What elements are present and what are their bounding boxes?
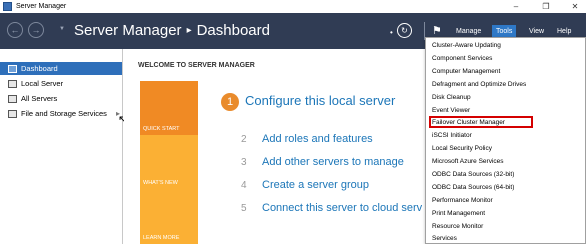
menu-item-azure-services[interactable]: Microsoft Azure Services	[432, 158, 504, 165]
sidebar-item-local-server[interactable]: Local Server	[0, 77, 122, 90]
back-arrow-icon[interactable]: ←	[7, 22, 23, 38]
step-connect-cloud[interactable]: Connect this server to cloud serv	[262, 202, 422, 214]
refresh-icon[interactable]: ↻	[397, 23, 412, 38]
sidebar-item-all-servers[interactable]: All Servers	[0, 92, 122, 105]
sidebar-item-file-storage[interactable]: File and Storage Services ▸	[0, 107, 122, 120]
step-number: 5	[241, 203, 247, 214]
menu-item-cluster-aware-updating[interactable]: Cluster-Aware Updating	[432, 42, 501, 49]
breadcrumb-separator: ▸	[186, 25, 192, 36]
tile-label: QUICK START	[143, 126, 180, 132]
sidebar-item-label: All Servers	[21, 94, 58, 103]
sidebar: Dashboard Local Server All Servers File …	[0, 49, 123, 244]
close-icon[interactable]: ✕	[565, 0, 585, 13]
window-title: Server Manager	[16, 3, 67, 10]
refresh-dropdown-icon[interactable]: •	[390, 28, 393, 37]
step-number: 4	[241, 180, 247, 191]
step-configure-local-server[interactable]: Configure this local server	[245, 93, 395, 108]
menu-item-failover-cluster-manager[interactable]: Failover Cluster Manager	[432, 119, 505, 126]
server-icon	[8, 79, 17, 88]
menu-item-odbc-32[interactable]: ODBC Data Sources (32-bit)	[432, 171, 514, 178]
tile-quick-start[interactable]: QUICK START	[140, 81, 198, 135]
servers-icon	[8, 94, 17, 103]
app-icon	[3, 2, 12, 11]
tile-whats-new[interactable]: WHAT'S NEW	[140, 135, 198, 189]
breadcrumb: Server Manager ▸ Dashboard	[74, 22, 270, 39]
dashboard-icon	[8, 64, 17, 73]
menu-item-resource-monitor[interactable]: Resource Monitor	[432, 223, 483, 230]
breadcrumb-app: Server Manager	[74, 22, 182, 39]
menu-item-computer-management[interactable]: Computer Management	[432, 68, 500, 75]
tile-learn-more[interactable]: LEARN MORE	[140, 189, 198, 244]
step-number-badge: 1	[221, 93, 239, 111]
storage-icon	[8, 109, 17, 118]
tile-label: LEARN MORE	[143, 235, 180, 241]
menu-item-local-security-policy[interactable]: Local Security Policy	[432, 145, 492, 152]
menu-item-services[interactable]: Services	[432, 235, 457, 242]
sidebar-item-label: File and Storage Services	[21, 109, 107, 118]
step-add-servers[interactable]: Add other servers to manage	[262, 156, 404, 168]
menu-item-component-services[interactable]: Component Services	[432, 55, 492, 62]
history-dropdown-icon[interactable]: ▼	[59, 26, 65, 32]
menu-item-event-viewer[interactable]: Event Viewer	[432, 107, 470, 114]
menu-item-disk-cleanup[interactable]: Disk Cleanup	[432, 94, 471, 101]
sidebar-item-label: Local Server	[21, 79, 64, 88]
menu-item-odbc-64[interactable]: ODBC Data Sources (64-bit)	[432, 184, 514, 191]
tools-dropdown-menu: Cluster-Aware Updating Component Service…	[425, 37, 586, 244]
menu-item-iscsi-initiator[interactable]: iSCSI Initiator	[432, 132, 472, 139]
step-add-roles[interactable]: Add roles and features	[262, 133, 373, 145]
sidebar-item-dashboard[interactable]: Dashboard	[0, 62, 122, 75]
restore-icon[interactable]: ❐	[536, 0, 556, 13]
minimize-icon[interactable]: –	[506, 0, 526, 13]
sidebar-item-label: Dashboard	[21, 64, 58, 73]
welcome-heading: WELCOME TO SERVER MANAGER	[138, 62, 255, 69]
forward-arrow-icon[interactable]: →	[28, 22, 44, 38]
step-create-group[interactable]: Create a server group	[262, 179, 369, 191]
menu-item-defragment[interactable]: Defragment and Optimize Drives	[432, 81, 526, 88]
breadcrumb-page: Dashboard	[196, 22, 270, 39]
menu-item-performance-monitor[interactable]: Performance Monitor	[432, 197, 493, 204]
flag-icon[interactable]: ⚑	[432, 24, 442, 37]
menu-item-print-management[interactable]: Print Management	[432, 210, 485, 217]
step-number: 2	[241, 134, 247, 145]
tile-label: WHAT'S NEW	[143, 180, 178, 186]
title-bar: Server Manager	[0, 0, 586, 13]
step-number: 3	[241, 157, 247, 168]
